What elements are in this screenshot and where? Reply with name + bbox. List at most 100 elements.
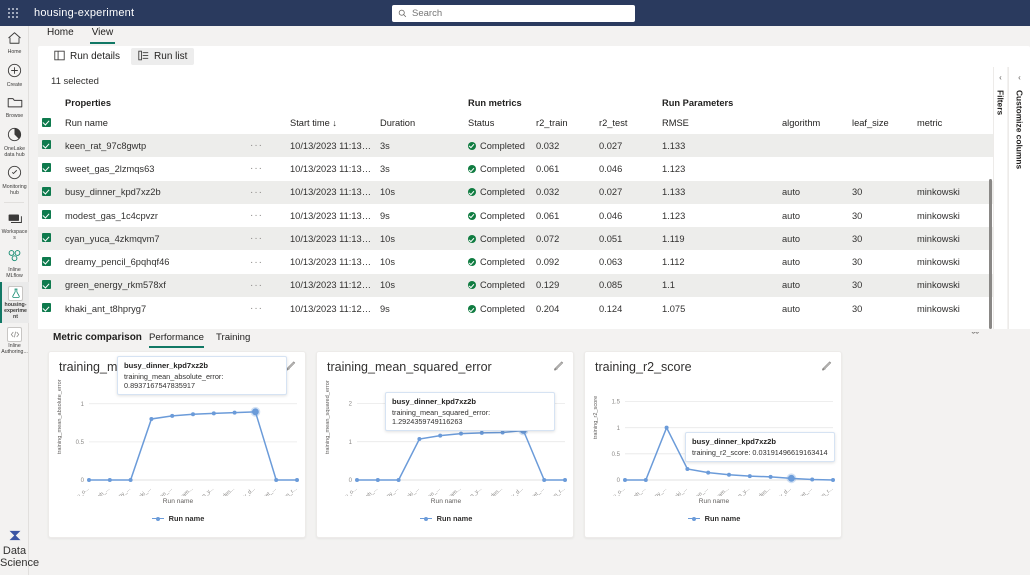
more-actions-icon[interactable]: ··· bbox=[250, 280, 263, 291]
svg-text:1: 1 bbox=[81, 402, 85, 408]
cell-algorithm: auto bbox=[782, 303, 801, 314]
col-r2-test[interactable]: r2_test bbox=[595, 112, 658, 134]
cell-more-actions[interactable]: ··· bbox=[246, 297, 286, 320]
more-actions-icon[interactable]: ··· bbox=[250, 210, 263, 221]
search-input[interactable] bbox=[412, 8, 629, 19]
row-checkbox[interactable] bbox=[42, 303, 51, 313]
row-checkbox[interactable] bbox=[42, 233, 51, 243]
more-actions-icon[interactable]: ··· bbox=[250, 140, 263, 151]
pencil-icon[interactable] bbox=[821, 360, 832, 374]
table-row[interactable]: green_energy_rkm578xf ··· 10/13/2023 11:12… bbox=[38, 273, 993, 298]
tab-view[interactable]: View bbox=[89, 26, 116, 44]
metric-chart-card: training_mean_absolute_error training_me… bbox=[48, 351, 306, 538]
col-run-name[interactable]: Run name bbox=[61, 112, 246, 134]
row-checkbox-cell[interactable] bbox=[38, 274, 61, 297]
cell-more-actions[interactable]: ··· bbox=[246, 181, 286, 204]
table-row[interactable]: sweet_gas_2lzmqs63 ··· 10/13/2023 11:13 AM… bbox=[38, 157, 993, 180]
tooltip-run-name: busy_dinner_kpd7xz2b bbox=[392, 397, 476, 406]
row-checkbox-cell[interactable] bbox=[38, 227, 61, 250]
table-row[interactable]: busy_dinner_kpd7xz2b ··· 10/13/2023 11:13 … bbox=[38, 180, 993, 204]
run-details-button[interactable]: Run details bbox=[47, 48, 127, 65]
more-actions-icon[interactable]: ··· bbox=[250, 163, 263, 174]
select-all-checkbox-cell[interactable] bbox=[38, 112, 61, 134]
search-box[interactable] bbox=[392, 5, 635, 22]
cell-leaf-size: 30 bbox=[852, 303, 863, 314]
more-actions-icon[interactable]: ··· bbox=[250, 233, 263, 244]
tab-training[interactable]: Training bbox=[216, 332, 250, 346]
run-list-button[interactable]: Run list bbox=[131, 48, 195, 65]
sidebar-item-label: Inline MLflow bbox=[6, 266, 23, 279]
cell-algorithm: auto bbox=[782, 257, 801, 268]
svg-text:khaki_...: khaki_... bbox=[401, 486, 421, 496]
sidebar-item-home[interactable]: Home bbox=[0, 26, 29, 58]
sidebar-item-browse[interactable]: Browse bbox=[0, 91, 29, 123]
col-status[interactable]: Status bbox=[464, 112, 532, 134]
row-checkbox-cell[interactable] bbox=[38, 250, 61, 273]
code-icon bbox=[7, 327, 22, 342]
row-checkbox[interactable] bbox=[42, 279, 51, 289]
sidebar-item-data-science[interactable]: Data Science bbox=[0, 528, 39, 569]
cell-more-actions[interactable]: ··· bbox=[246, 274, 286, 297]
col-start-time[interactable]: Start time ↓ bbox=[286, 112, 376, 134]
svg-text:busy_d...: busy_d... bbox=[772, 486, 793, 496]
row-checkbox[interactable] bbox=[42, 140, 51, 150]
table-row[interactable]: cyan_yuca_4zkmqvm7 ··· 10/13/2023 11:13 AM… bbox=[38, 227, 993, 251]
col-metric[interactable]: metric bbox=[913, 112, 993, 134]
select-all-checkbox[interactable] bbox=[42, 117, 51, 127]
table-row[interactable]: khaki_ant_t8hpryg7 ··· 10/13/2023 11:12 AM… bbox=[38, 297, 993, 320]
row-checkbox-cell[interactable] bbox=[38, 134, 61, 157]
chart-x-axis-label: Run name bbox=[162, 498, 194, 505]
metric-comparison-title: Metric comparison bbox=[53, 332, 142, 343]
status-label: Completed bbox=[480, 257, 525, 268]
col-duration[interactable]: Duration bbox=[376, 112, 464, 134]
rail-divider bbox=[4, 202, 24, 203]
sidebar-item-inline-mlflow[interactable]: Inline MLflow bbox=[0, 244, 29, 282]
cell-more-actions[interactable]: ··· bbox=[246, 157, 286, 180]
pencil-icon[interactable] bbox=[553, 360, 564, 374]
cell-more-actions[interactable]: ··· bbox=[246, 227, 286, 250]
more-actions-icon[interactable]: ··· bbox=[250, 187, 263, 198]
row-checkbox[interactable] bbox=[42, 186, 51, 196]
app-launcher-icon[interactable] bbox=[0, 0, 26, 26]
col-leaf-size[interactable]: leaf_size bbox=[848, 112, 913, 134]
chart-tooltip: busy_dinner_kpd7xz2b training_mean_absol… bbox=[117, 356, 287, 395]
tab-performance[interactable]: Performance bbox=[149, 332, 204, 348]
cell-more-actions[interactable]: ··· bbox=[246, 204, 286, 227]
col-more bbox=[246, 112, 286, 134]
table-row[interactable]: dreamy_pencil_6pqhqf46 ··· 10/13/2023 11:1… bbox=[38, 250, 993, 273]
col-r2-train[interactable]: r2_train bbox=[532, 112, 595, 134]
row-checkbox[interactable] bbox=[42, 163, 51, 173]
row-checkbox-cell[interactable] bbox=[38, 157, 61, 180]
table-vertical-scrollbar[interactable] bbox=[989, 179, 992, 329]
filters-pane[interactable]: ‹ Filters bbox=[993, 67, 1007, 329]
cell-run-name: green_energy_rkm578xf bbox=[65, 280, 166, 291]
run-table-scroll[interactable]: Properties Run metrics Run Parameters Ru… bbox=[38, 93, 993, 329]
svg-text:sweet_...: sweet_... bbox=[525, 486, 546, 496]
sidebar-item-create[interactable]: Create bbox=[0, 58, 29, 91]
cell-status: Completed bbox=[464, 274, 532, 297]
sidebar-item-monitoring-hub[interactable]: Monitoring hub bbox=[0, 161, 29, 200]
cell-more-actions[interactable]: ··· bbox=[246, 134, 286, 157]
col-algorithm[interactable]: algorithm bbox=[778, 112, 848, 134]
row-checkbox[interactable] bbox=[42, 256, 51, 266]
table-row[interactable]: keen_rat_97c8gwtp ··· 10/13/2023 11:13 AM 3… bbox=[38, 134, 993, 158]
sidebar-item-onelake-data-hub[interactable]: OneLake data hub bbox=[0, 122, 29, 161]
more-actions-icon[interactable]: ··· bbox=[250, 303, 263, 314]
row-checkbox-cell[interactable] bbox=[38, 297, 61, 320]
collapse-all-icon[interactable]: ˇˇ bbox=[972, 331, 979, 343]
tab-home[interactable]: Home bbox=[45, 26, 76, 44]
sort-arrow-icon: ↓ bbox=[332, 118, 337, 128]
cell-more-actions[interactable]: ··· bbox=[246, 250, 286, 273]
col-rmse[interactable]: RMSE bbox=[658, 112, 778, 134]
table-row[interactable]: modest_gas_1c4cpvzr ··· 10/13/2023 11:13 A… bbox=[38, 204, 993, 227]
row-checkbox-cell[interactable] bbox=[38, 181, 61, 204]
row-checkbox-cell[interactable] bbox=[38, 204, 61, 227]
row-checkbox[interactable] bbox=[42, 210, 51, 220]
sidebar-item-housing-experiment[interactable]: housing-experiment bbox=[0, 281, 29, 323]
more-actions-icon[interactable]: ··· bbox=[250, 257, 263, 268]
customize-columns-pane[interactable]: ‹ Customize columns bbox=[1008, 67, 1030, 329]
sidebar-item-inline-authoring[interactable]: Inline Authoring... bbox=[0, 323, 29, 358]
ribbon: Home View Run details Run list bbox=[29, 26, 1030, 67]
sidebar-item-workspaces[interactable]: Workspaces bbox=[0, 206, 29, 244]
legend-label: Run name bbox=[168, 514, 205, 523]
